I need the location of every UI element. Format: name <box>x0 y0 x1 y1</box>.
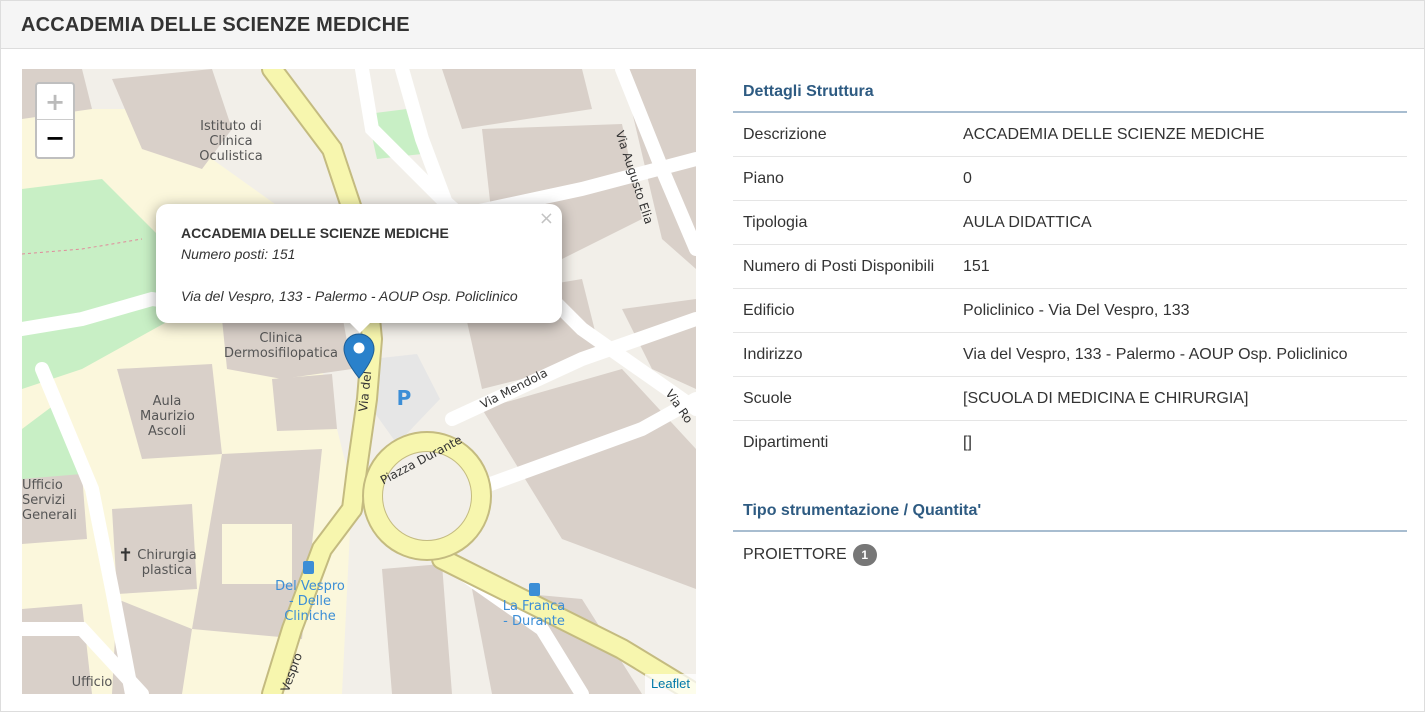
map-label-ufficio-servizi: Ufficio Servizi Generali <box>22 478 77 523</box>
row-value: [] <box>963 434 972 451</box>
structure-panel: ACCADEMIA DELLE SCIENZE MEDICHE Istituto… <box>0 0 1425 712</box>
map-label-del-vespro-stop: Del Vespro - Delle Cliniche <box>275 579 345 624</box>
popup-title: ACCADEMIA DELLE SCIENZE MEDICHE <box>181 225 449 241</box>
list-item: PROIETTORE 1 <box>733 532 1407 577</box>
popup-close-button[interactable]: × <box>539 208 554 229</box>
structure-details: Dettagli Struttura Descrizione ACCADEMIA… <box>733 69 1407 577</box>
page-title: ACCADEMIA DELLE SCIENZE MEDICHE <box>21 14 410 36</box>
equipment-section-title: Tipo strumentazione / Quantita' <box>733 488 1407 532</box>
map-label-ufficio: Ufficio <box>71 675 113 690</box>
details-section-title: Dettagli Struttura <box>733 69 1407 113</box>
map-label-istituto: Istituto di Clinica Oculistica <box>199 119 263 164</box>
popup-address: Via del Vespro, 133 - Palermo - AOUP Osp… <box>181 288 518 304</box>
map-view[interactable]: Istituto di Clinica Oculistica Clinica D… <box>22 69 696 694</box>
location-marker-icon[interactable] <box>343 333 375 379</box>
row-label: Edificio <box>743 301 795 319</box>
row-label: Numero di Posti Disponibili <box>743 257 935 275</box>
table-row: Numero di Posti Disponibili 151 <box>733 245 1407 289</box>
panel-heading: ACCADEMIA DELLE SCIENZE MEDICHE <box>1 1 1424 49</box>
row-label: Scuole <box>743 389 792 407</box>
zoom-out-button[interactable]: − <box>37 120 73 156</box>
row-label: Dipartimenti <box>743 434 829 451</box>
leaflet-attribution-link[interactable]: Leaflet <box>644 674 696 694</box>
table-row: Indirizzo Via del Vespro, 133 - Palermo … <box>733 333 1407 377</box>
map-label-aula: Aula Maurizio Ascoli <box>140 394 195 439</box>
table-row: Piano 0 <box>733 157 1407 201</box>
row-value: [SCUOLA DI MEDICINA E CHIRURGIA] <box>963 389 1249 407</box>
parking-icon: P <box>396 386 412 410</box>
bus-stop-icon <box>529 583 540 596</box>
zoom-in-button[interactable]: + <box>37 84 73 120</box>
row-value: ACCADEMIA DELLE SCIENZE MEDICHE <box>963 125 1265 143</box>
row-value: AULA DIDATTICA <box>963 213 1092 231</box>
popup-seats: Numero posti: 151 <box>181 246 296 262</box>
equipment-name: PROIETTORE <box>743 545 847 563</box>
row-label: Piano <box>743 169 784 187</box>
table-row: Descrizione ACCADEMIA DELLE SCIENZE MEDI… <box>733 113 1407 157</box>
row-value: 151 <box>963 257 990 275</box>
zoom-control: + − <box>35 82 75 159</box>
popup-tip <box>348 321 372 333</box>
cross-icon: ✝ <box>118 545 134 566</box>
bus-stop-icon <box>303 561 314 574</box>
table-row: Scuole [SCUOLA DI MEDICINA E CHIRURGIA] <box>733 377 1407 421</box>
table-row: Edificio Policlinico - Via Del Vespro, 1… <box>733 289 1407 333</box>
row-label: Indirizzo <box>743 345 803 363</box>
map-popup: × ACCADEMIA DELLE SCIENZE MEDICHE Numero… <box>156 204 562 333</box>
row-label: Tipologia <box>743 213 808 231</box>
row-value: Policlinico - Via Del Vespro, 133 <box>963 301 1190 319</box>
quantity-badge: 1 <box>852 543 877 566</box>
map-label-clinica: Clinica Dermosifilopatica <box>224 331 338 361</box>
map-label-chirurgia: Chirurgia plastica <box>137 548 197 578</box>
row-value: Via del Vespro, 133 - Palermo - AOUP Osp… <box>963 345 1348 363</box>
table-row: Dipartimenti [] <box>733 421 1407 465</box>
table-row: Tipologia AULA DIDATTICA <box>733 201 1407 245</box>
row-value: 0 <box>963 169 972 187</box>
map-label-la-franca-stop: La Franca - Durante <box>502 599 566 629</box>
row-label: Descrizione <box>743 125 827 143</box>
